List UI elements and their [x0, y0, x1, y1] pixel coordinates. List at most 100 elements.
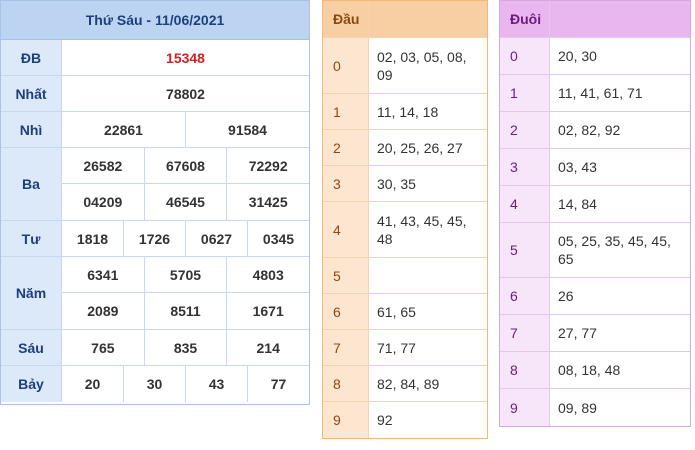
duoi-row: 4 14, 84 — [500, 186, 690, 223]
prize-row: ĐB 15348 — [1, 40, 309, 76]
results-title: Thứ Sáu - 11/06/2021 — [1, 1, 309, 40]
dau-row: 8 82, 84, 89 — [323, 366, 487, 402]
duoi-row: 5 05, 25, 35, 45, 45, 65 — [500, 223, 690, 278]
prize-label: Nhì — [1, 112, 62, 147]
prize-number: 6341 — [62, 257, 145, 292]
dau-numbers: 61, 65 — [369, 294, 487, 329]
duoi-header-blank — [550, 1, 690, 37]
prize-row: Ba 26582 67608 72292 04209 46545 31425 — [1, 148, 309, 221]
duoi-row: 8 08, 18, 48 — [500, 352, 690, 389]
results-table: Thứ Sáu - 11/06/2021 ĐB 15348 Nhất 78802 Nhì… — [0, 0, 310, 405]
duoi-digit: 2 — [500, 112, 550, 148]
special-prize-number: 15348 — [166, 49, 205, 66]
prize-label: Nhất — [1, 76, 62, 111]
prize-number: 04209 — [62, 184, 145, 220]
prize-line: 22861 91584 — [62, 112, 309, 147]
prize-number: 22861 — [62, 112, 186, 147]
prize-line: 04209 46545 31425 — [62, 184, 309, 220]
prize-number: 67608 — [145, 148, 228, 183]
duoi-row: 2 02, 82, 92 — [500, 112, 690, 149]
dau-rows: 0 02, 03, 05, 08, 09 1 11, 14, 18 2 20, 25, 2… — [323, 38, 487, 438]
duoi-numbers: 08, 18, 48 — [550, 352, 690, 388]
prize-number: 43 — [186, 366, 248, 402]
prize-label: Năm — [1, 257, 62, 329]
prize-row: Sáu 765 835 214 — [1, 330, 309, 366]
duoi-row: 3 03, 43 — [500, 149, 690, 186]
prize-number: 46545 — [145, 184, 228, 220]
dau-header-row: Đầu — [323, 1, 487, 38]
dau-numbers: 82, 84, 89 — [369, 366, 487, 401]
duoi-numbers: 02, 82, 92 — [550, 112, 690, 148]
dau-digit: 0 — [323, 38, 369, 93]
prize-number: 0345 — [262, 230, 295, 247]
prize-row: Năm 6341 5705 4803 2089 8511 1671 — [1, 257, 309, 330]
duoi-numbers: 03, 43 — [550, 149, 690, 185]
dau-digit: 1 — [323, 94, 369, 129]
dau-row: 3 30, 35 — [323, 166, 487, 202]
prize-values: 26582 67608 72292 04209 46545 31425 — [62, 148, 309, 220]
duoi-table: Đuôi 0 20, 30 1 11, 41, 61, 71 2 02, 82, 92 3 0… — [499, 0, 691, 427]
prize-rows: ĐB 15348 Nhất 78802 Nhì 22861 91584 Ba 26582 6760… — [1, 40, 309, 402]
duoi-digit: 1 — [500, 75, 550, 111]
prize-number: 77 — [270, 376, 287, 392]
dau-numbers: 92 — [369, 402, 487, 438]
dau-row: 1 11, 14, 18 — [323, 94, 487, 130]
duoi-numbers: 14, 84 — [550, 186, 690, 222]
prize-values: 1818 1726 0627 0345 — [62, 221, 309, 256]
prize-number: 30 — [124, 366, 186, 402]
prize-row: Nhất 78802 — [1, 76, 309, 112]
duoi-numbers: 26 — [550, 278, 690, 314]
prize-line: 2089 8511 1671 — [62, 293, 309, 329]
prize-row: Bảy 20 30 43 77 — [1, 366, 309, 402]
dau-numbers: 02, 03, 05, 08, 09 — [369, 38, 487, 93]
duoi-rows: 0 20, 30 1 11, 41, 61, 71 2 02, 82, 92 3 03, 43… — [500, 38, 690, 426]
prize-values: 22861 91584 — [62, 112, 309, 147]
duoi-header-row: Đuôi — [500, 1, 690, 38]
dau-row: 5 — [323, 258, 487, 294]
prize-row: Tư 1818 1726 0627 0345 — [1, 221, 309, 257]
prize-number: 20 — [62, 366, 124, 402]
dau-header-label: Đầu — [323, 1, 369, 37]
prize-values: 20 30 43 77 — [62, 366, 309, 402]
prize-number: 214 — [256, 339, 280, 356]
prize-label: Ba — [1, 148, 62, 220]
duoi-digit: 8 — [500, 352, 550, 388]
prize-number: 2089 — [62, 293, 145, 329]
prize-number: 1726 — [124, 221, 186, 256]
dau-numbers: 30, 35 — [369, 166, 487, 201]
dau-row: 7 71, 77 — [323, 330, 487, 366]
duoi-numbers: 27, 77 — [550, 315, 690, 351]
prize-number: 765 — [62, 330, 145, 365]
duoi-numbers: 20, 30 — [550, 38, 690, 74]
dau-digit: 8 — [323, 366, 369, 401]
dau-table: Đầu 0 02, 03, 05, 08, 09 1 11, 14, 18 2 20, 2… — [322, 0, 488, 439]
prize-line: 1818 1726 0627 0345 — [62, 221, 309, 256]
dau-header-blank — [369, 1, 487, 37]
dau-row: 4 41, 43, 45, 45, 48 — [323, 202, 487, 258]
prize-values: 15348 — [62, 40, 309, 75]
prize-number: 4803 — [252, 266, 284, 283]
prize-line: 15348 — [62, 40, 309, 75]
prize-label: Sáu — [1, 330, 62, 365]
dau-digit: 2 — [323, 130, 369, 165]
prize-line: 6341 5705 4803 — [62, 257, 309, 293]
prize-number: 1818 — [62, 221, 124, 256]
prize-number: 72292 — [248, 157, 288, 174]
dau-digit: 6 — [323, 294, 369, 329]
prize-label: Bảy — [1, 366, 62, 402]
prize-line: 20 30 43 77 — [62, 366, 309, 402]
dau-digit: 4 — [323, 202, 369, 257]
prize-number: 78802 — [166, 85, 205, 102]
duoi-numbers: 11, 41, 61, 71 — [550, 75, 690, 111]
dau-numbers — [369, 258, 487, 293]
dau-numbers: 71, 77 — [369, 330, 487, 365]
prize-number: 5705 — [145, 257, 228, 292]
prize-line: 78802 — [62, 76, 309, 111]
duoi-digit: 6 — [500, 278, 550, 314]
duoi-header-label: Đuôi — [500, 1, 550, 37]
duoi-digit: 7 — [500, 315, 550, 351]
prize-row: Nhì 22861 91584 — [1, 112, 309, 148]
prize-label: ĐB — [1, 40, 62, 75]
dau-row: 2 20, 25, 26, 27 — [323, 130, 487, 166]
prize-line: 26582 67608 72292 — [62, 148, 309, 184]
